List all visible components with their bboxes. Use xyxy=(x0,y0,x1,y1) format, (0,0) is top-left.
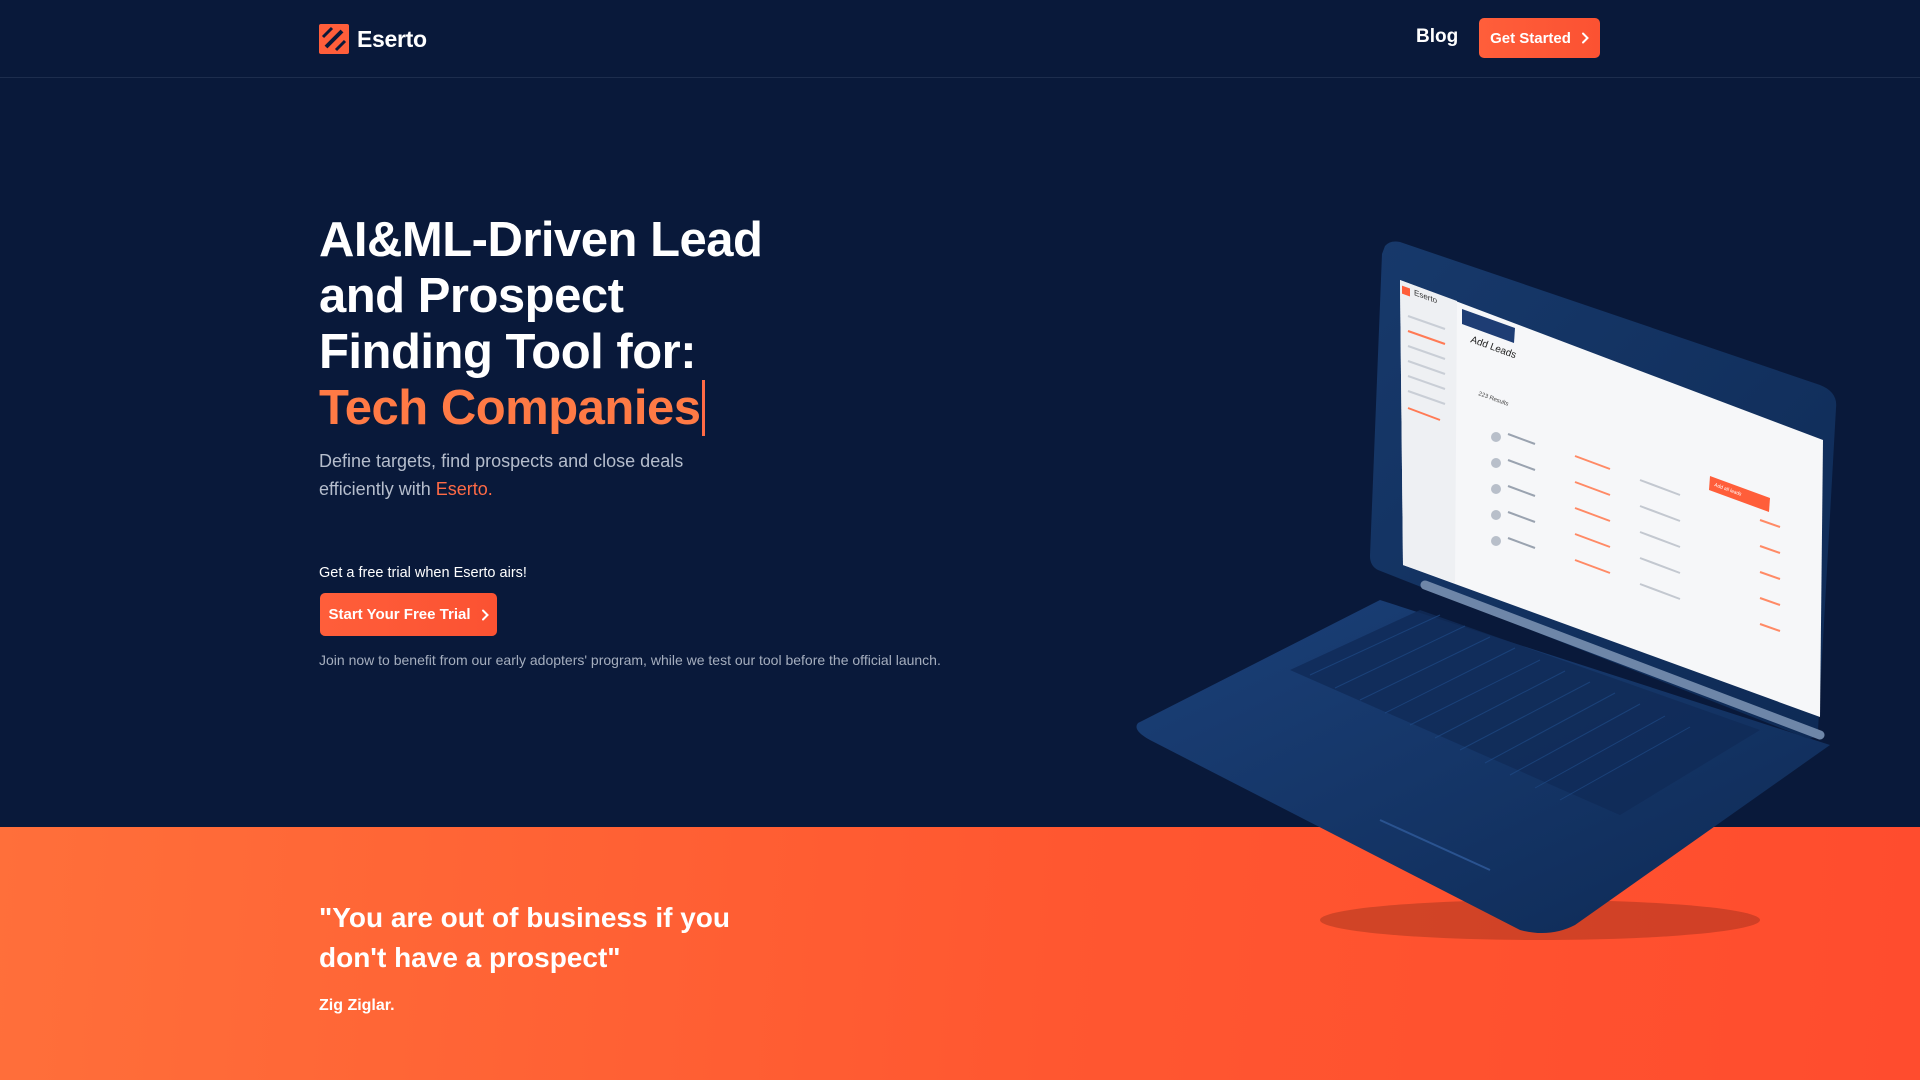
hero-title-line-2: and Prospect xyxy=(319,269,624,323)
early-adopters-note: Join now to benefit from our early adopt… xyxy=(319,652,941,668)
brand-logo[interactable]: Eserto xyxy=(319,24,427,54)
quote-line-1: "You are out of business if you xyxy=(319,902,731,933)
start-free-trial-button[interactable]: Start Your Free Trial xyxy=(320,593,497,636)
quote-author: Zig Ziglar. xyxy=(319,997,395,1014)
free-trial-label: Get a free trial when Eserto airs! xyxy=(319,565,527,581)
start-free-trial-label: Start Your Free Trial xyxy=(328,606,471,623)
chevron-right-icon xyxy=(481,609,489,620)
laptop-illustration: Eserto Add Leads 223 Results Add all lea… xyxy=(1136,241,1837,940)
hero-subtitle-line-2: efficiently with xyxy=(319,479,431,499)
hero-subtitle-brand: Eserto. xyxy=(435,479,493,499)
nav-link-blog[interactable]: Blog xyxy=(1416,26,1458,48)
quote-text: "You are out of business if you don't ha… xyxy=(319,898,839,978)
brand-name: Eserto xyxy=(357,25,427,52)
site-header: Eserto Blog Get Started xyxy=(0,0,1920,78)
get-started-label: Get Started xyxy=(1490,29,1571,47)
eserto-logo-icon xyxy=(319,24,349,54)
get-started-button[interactable]: Get Started xyxy=(1479,18,1600,58)
quote-line-2: don't have a prospect" xyxy=(319,942,621,973)
hero-title-line-3: Finding Tool for: xyxy=(319,325,697,379)
hero-title-accent-line: Tech Companies xyxy=(319,380,879,436)
hero-title-accent: Tech Companies xyxy=(319,381,701,435)
typing-caret xyxy=(702,380,706,436)
hero-subtitle-line-1: Define targets, find prospects and close… xyxy=(319,451,684,471)
hero-title: AI&ML-Driven Lead and Prospect Finding T… xyxy=(319,212,879,436)
hero-title-line-1: AI&ML-Driven Lead xyxy=(319,213,763,267)
hero-subtitle: Define targets, find prospects and close… xyxy=(319,447,739,503)
chevron-right-icon xyxy=(1581,32,1589,44)
